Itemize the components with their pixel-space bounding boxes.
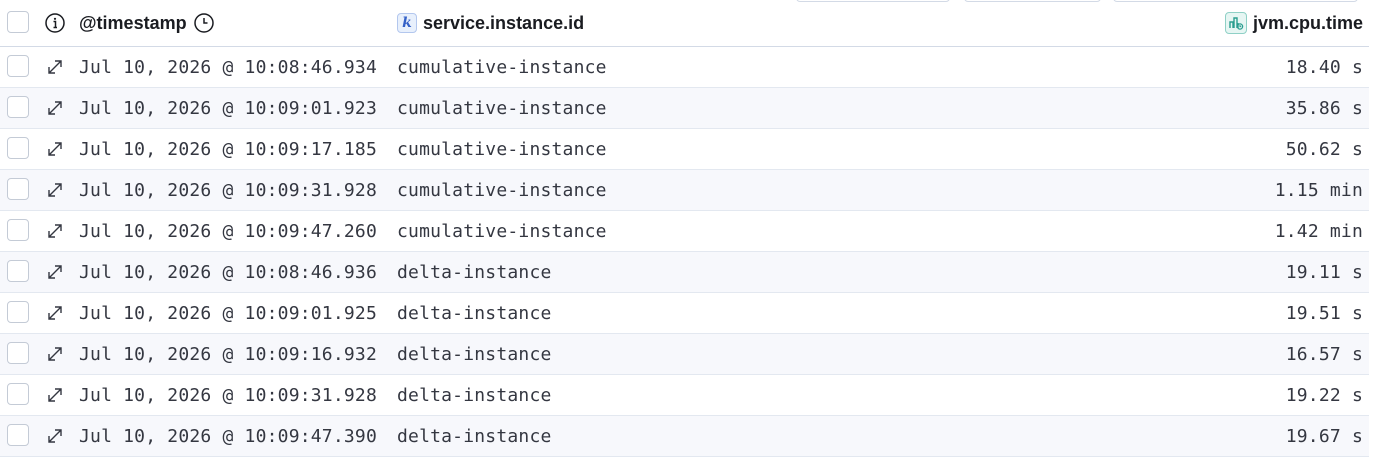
row-checkbox-cell[interactable] (7, 219, 31, 243)
row-checkbox[interactable] (7, 178, 29, 200)
cpu-time-cell: 19.22 s (1285, 384, 1363, 406)
row-checkbox[interactable] (7, 301, 29, 323)
table-row: Jul 10, 2026 @ 10:09:47.390 delta-instan… (0, 416, 1369, 457)
timestamp-cell: Jul 10, 2026 @ 10:08:46.936 (79, 261, 377, 283)
row-checkbox-cell[interactable] (7, 301, 31, 325)
row-checkbox-cell[interactable] (7, 342, 31, 366)
table-row: Jul 10, 2026 @ 10:09:16.932 delta-instan… (0, 334, 1369, 375)
cpu-time-cell: 19.67 s (1285, 425, 1363, 447)
timestamp-cell: Jul 10, 2026 @ 10:09:17.185 (79, 138, 377, 160)
row-checkbox[interactable] (7, 219, 29, 241)
timestamp-cell: Jul 10, 2026 @ 10:09:47.390 (79, 425, 377, 447)
row-checkbox[interactable] (7, 383, 29, 405)
number-type-icon (1224, 12, 1247, 34)
info-icon[interactable] (44, 12, 66, 34)
cpu-time-cell: 1.42 min (1274, 220, 1363, 242)
expand-icon[interactable] (44, 384, 66, 406)
table-row: Jul 10, 2026 @ 10:08:46.936 delta-instan… (0, 252, 1369, 293)
column-header-timestamp[interactable]: @timestamp (79, 12, 215, 34)
service-instance-cell: delta-instance (397, 425, 552, 447)
column-header-service-instance-id[interactable]: k service.instance.id (397, 13, 584, 34)
grid-body: Jul 10, 2026 @ 10:08:46.934 cumulative-i… (0, 47, 1369, 457)
table-row: Jul 10, 2026 @ 10:09:31.928 cumulative-i… (0, 170, 1369, 211)
cpu-header-label: jvm.cpu.time (1252, 12, 1363, 33)
cpu-time-cell: 50.62 s (1285, 138, 1363, 160)
expand-icon[interactable] (44, 220, 66, 242)
row-checkbox-cell[interactable] (7, 260, 31, 284)
cpu-time-cell: 16.57 s (1285, 343, 1363, 365)
keyword-type-icon: k (397, 13, 417, 33)
table-row: Jul 10, 2026 @ 10:09:47.260 cumulative-i… (0, 211, 1369, 252)
expand-icon[interactable] (44, 302, 66, 324)
expand-icon[interactable] (44, 179, 66, 201)
service-instance-cell: cumulative-instance (397, 179, 607, 201)
grid-header: @timestamp k service.instance.id jvm.cpu… (0, 0, 1369, 47)
table-row: Jul 10, 2026 @ 10:09:31.928 delta-instan… (0, 375, 1369, 416)
timestamp-cell: Jul 10, 2026 @ 10:09:31.928 (79, 384, 377, 406)
service-instance-cell: cumulative-instance (397, 97, 607, 119)
expand-icon[interactable] (44, 97, 66, 119)
select-all-checkbox[interactable] (7, 11, 29, 33)
timestamp-cell: Jul 10, 2026 @ 10:09:01.925 (79, 302, 377, 324)
row-checkbox-cell[interactable] (7, 424, 31, 448)
row-checkbox[interactable] (7, 96, 29, 118)
row-checkbox[interactable] (7, 424, 29, 446)
timestamp-header-label: @timestamp (79, 12, 187, 33)
timestamp-cell: Jul 10, 2026 @ 10:09:47.260 (79, 220, 377, 242)
cpu-time-cell: 18.40 s (1285, 56, 1363, 78)
select-all-checkbox-cell[interactable] (7, 11, 31, 35)
service-instance-cell: cumulative-instance (397, 138, 607, 160)
cpu-time-cell: 35.86 s (1285, 97, 1363, 119)
service-instance-cell: delta-instance (397, 261, 552, 283)
cpu-time-cell: 19.11 s (1285, 261, 1363, 283)
table-row: Jul 10, 2026 @ 10:09:17.185 cumulative-i… (0, 129, 1369, 170)
timestamp-cell: Jul 10, 2026 @ 10:08:46.934 (79, 56, 377, 78)
service-header-label: service.instance.id (423, 12, 585, 33)
cpu-time-cell: 1.15 min (1274, 179, 1363, 201)
clock-icon (193, 12, 215, 34)
service-instance-cell: cumulative-instance (397, 56, 607, 78)
expand-icon[interactable] (44, 261, 66, 283)
expand-icon[interactable] (44, 343, 66, 365)
timestamp-cell: Jul 10, 2026 @ 10:09:16.932 (79, 343, 377, 365)
row-checkbox[interactable] (7, 137, 29, 159)
expand-icon[interactable] (44, 138, 66, 160)
timestamp-cell: Jul 10, 2026 @ 10:09:01.923 (79, 97, 377, 119)
service-instance-cell: delta-instance (397, 384, 552, 406)
table-row: Jul 10, 2026 @ 10:09:01.925 delta-instan… (0, 293, 1369, 334)
row-checkbox-cell[interactable] (7, 137, 31, 161)
row-checkbox[interactable] (7, 55, 29, 77)
cpu-time-cell: 19.51 s (1285, 302, 1363, 324)
row-checkbox-cell[interactable] (7, 55, 31, 79)
service-instance-cell: delta-instance (397, 343, 552, 365)
timestamp-cell: Jul 10, 2026 @ 10:09:31.928 (79, 179, 377, 201)
service-instance-cell: cumulative-instance (397, 220, 607, 242)
table-row: Jul 10, 2026 @ 10:09:01.923 cumulative-i… (0, 88, 1369, 129)
row-checkbox-cell[interactable] (7, 96, 31, 120)
row-checkbox[interactable] (7, 260, 29, 282)
row-checkbox-cell[interactable] (7, 383, 31, 407)
table-row: Jul 10, 2026 @ 10:08:46.934 cumulative-i… (0, 47, 1369, 88)
row-checkbox-cell[interactable] (7, 178, 31, 202)
data-grid: @timestamp k service.instance.id jvm.cpu… (0, 0, 1369, 457)
service-instance-cell: delta-instance (397, 302, 552, 324)
row-checkbox[interactable] (7, 342, 29, 364)
expand-icon[interactable] (44, 56, 66, 78)
expand-icon[interactable] (44, 425, 66, 447)
column-header-jvm-cpu-time[interactable]: jvm.cpu.time (1224, 12, 1363, 34)
